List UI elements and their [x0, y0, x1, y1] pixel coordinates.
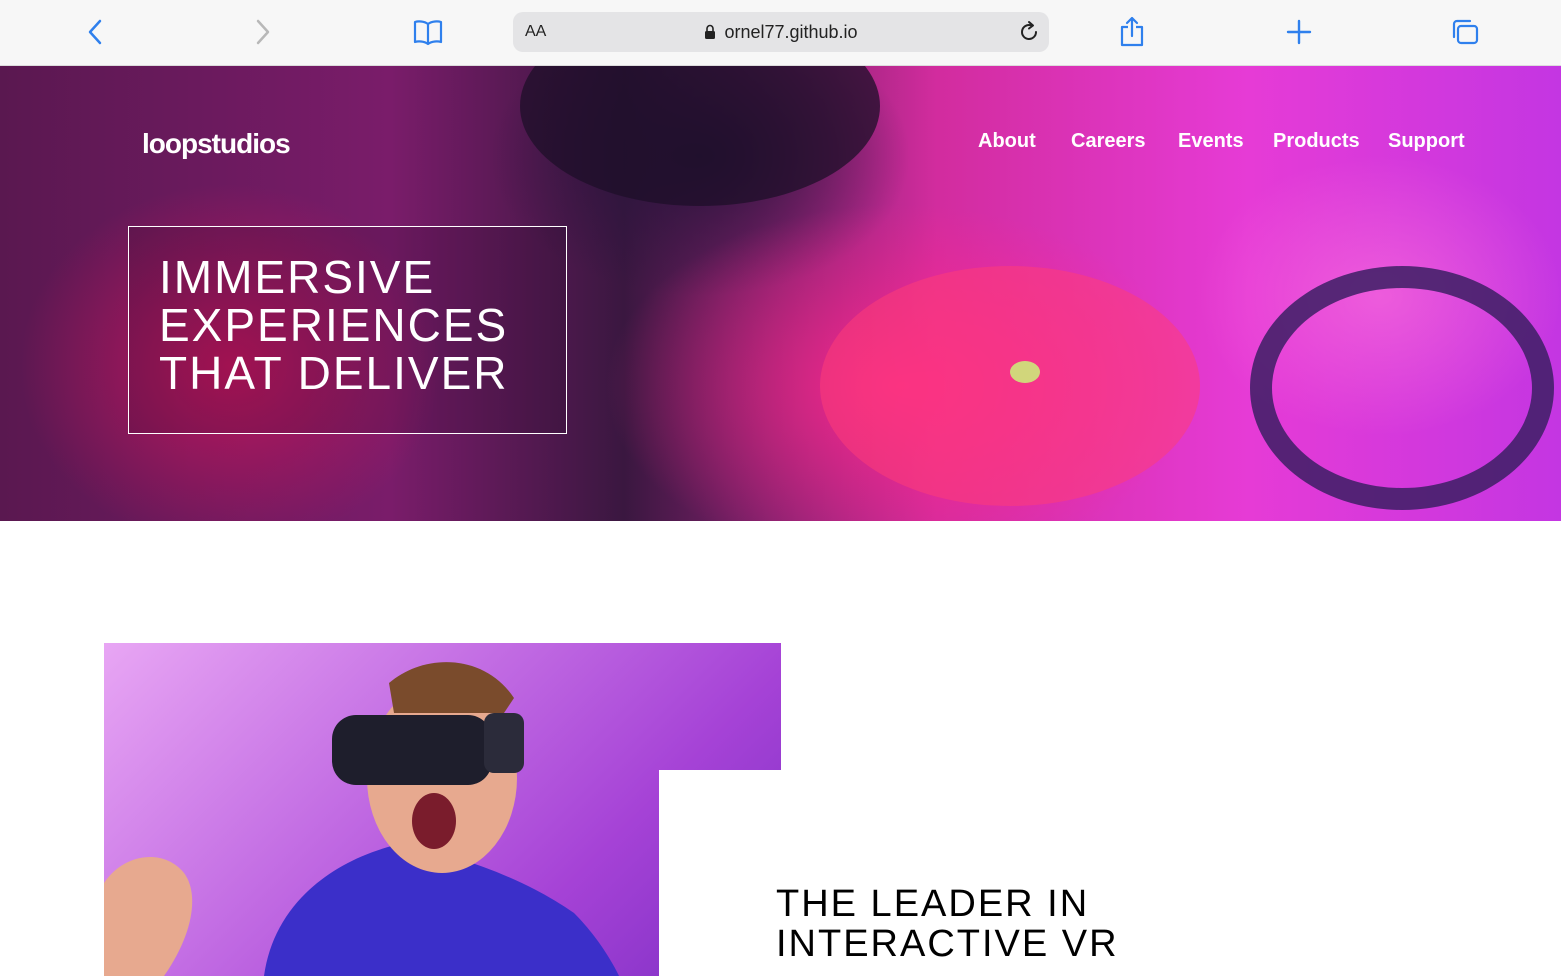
url-text: ornel77.github.io [724, 22, 858, 42]
feature-image-cutout [659, 770, 781, 976]
url-display[interactable]: ornel77.github.io [513, 22, 1049, 45]
tabs-icon[interactable] [1447, 14, 1483, 50]
nav-link-about[interactable]: About [978, 130, 1036, 153]
hero-photo-glow [820, 266, 1200, 506]
back-icon[interactable] [78, 14, 114, 50]
new-tab-icon[interactable] [1281, 14, 1317, 50]
hero-photo-steering-wheel [1250, 266, 1554, 510]
hero-headline-box: IMMERSIVE EXPERIENCES THAT DELIVER [128, 226, 567, 434]
feature-title-line-2: INTERACTIVE VR [776, 923, 1119, 965]
hero-headline-line-3: THAT DELIVER [159, 347, 509, 399]
nav-link-support[interactable]: Support [1388, 130, 1465, 153]
address-bar[interactable]: AA ornel77.github.io [513, 12, 1049, 52]
site-logo[interactable]: loopstudios [142, 128, 291, 160]
reload-icon[interactable] [1017, 20, 1041, 49]
nav-link-products[interactable]: Products [1273, 130, 1360, 153]
feature-title-line-1: THE LEADER IN [776, 883, 1090, 925]
bookmarks-icon[interactable] [410, 14, 446, 50]
browser-toolbar: AA ornel77.github.io [0, 0, 1561, 66]
lock-icon [704, 24, 716, 45]
hero-headline-line-1: IMMERSIVE [159, 251, 436, 303]
share-icon[interactable] [1114, 14, 1150, 50]
nav-link-careers[interactable]: Careers [1071, 130, 1146, 153]
forward-icon[interactable] [244, 14, 280, 50]
hero-section: loopstudios About Careers Events Product… [0, 66, 1561, 521]
hero-photo-shadow [520, 66, 880, 206]
nav-link-events[interactable]: Events [1178, 130, 1244, 153]
hero-photo-light [1010, 361, 1040, 383]
hero-headline-line-2: EXPERIENCES [159, 299, 509, 351]
